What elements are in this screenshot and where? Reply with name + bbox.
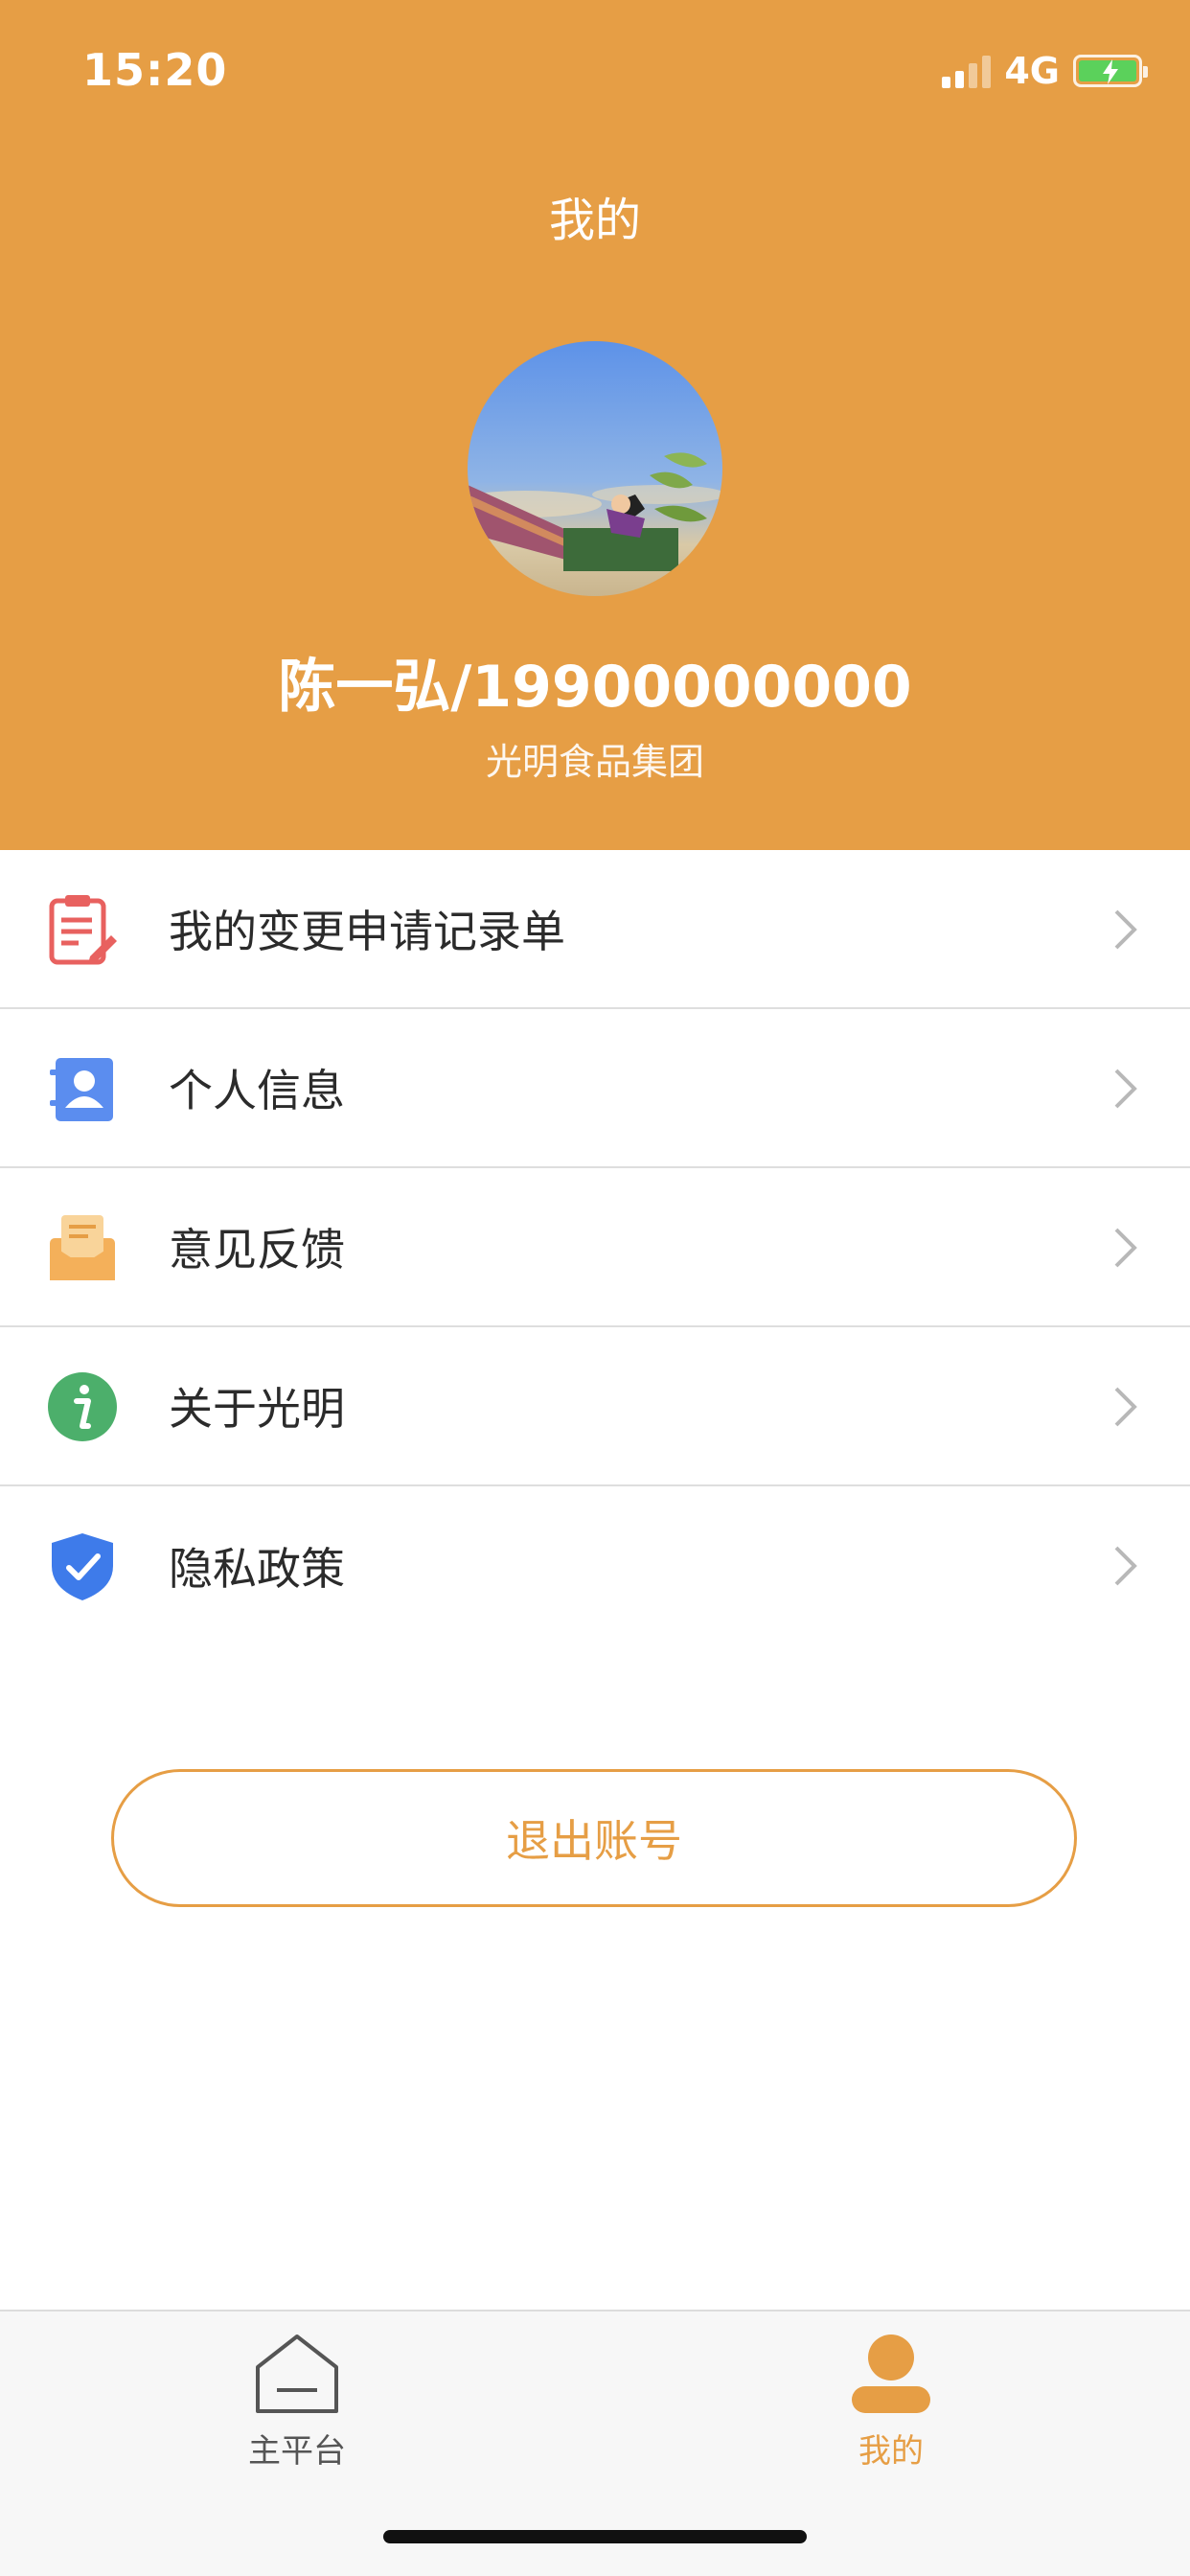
settings-menu: 我的变更申请记录单 个人信息 意见反馈 关于光明 隐私政策 <box>0 850 1190 1645</box>
home-icon <box>256 2334 338 2413</box>
tab-label: 我的 <box>858 2432 924 2471</box>
menu-item-about[interactable]: 关于光明 <box>0 1327 1190 1486</box>
company-name: 光明食品集团 <box>485 741 704 783</box>
avatar[interactable] <box>468 341 722 596</box>
feedback-mail-icon <box>50 1215 115 1280</box>
menu-label: 隐私政策 <box>169 1543 345 1595</box>
profile-header: 15:20 4G 我的 陈一弘/19900000000 光明食品集团 <box>0 0 1190 850</box>
home-indicator <box>383 2530 807 2543</box>
user-icon <box>852 2334 930 2413</box>
menu-label: 个人信息 <box>169 1065 345 1116</box>
menu-label: 关于光明 <box>169 1383 345 1435</box>
info-icon <box>48 1372 117 1441</box>
tab-main-platform[interactable]: 主平台 <box>192 2333 402 2472</box>
shield-check-icon <box>52 1533 113 1600</box>
chevron-right-icon <box>1114 1228 1137 1268</box>
chevron-right-icon <box>1114 909 1137 950</box>
chevron-right-icon <box>1114 1069 1137 1109</box>
user-name-phone: 陈一弘/19900000000 <box>278 654 912 721</box>
clipboard-edit-icon <box>49 895 117 965</box>
contact-card-icon <box>50 1058 113 1121</box>
status-time: 15:20 <box>82 44 228 96</box>
logout-button[interactable]: 退出账号 <box>111 1769 1077 1907</box>
network-type: 4G <box>1004 50 1060 92</box>
signal-icon <box>942 54 992 88</box>
page-title: 我的 <box>548 194 641 247</box>
menu-item-change-requests[interactable]: 我的变更申请记录单 <box>0 850 1190 1009</box>
menu-item-privacy[interactable]: 隐私政策 <box>0 1486 1190 1645</box>
menu-label: 我的变更申请记录单 <box>169 906 565 957</box>
menu-item-feedback[interactable]: 意见反馈 <box>0 1168 1190 1327</box>
tab-label: 主平台 <box>248 2432 346 2471</box>
menu-label: 意见反馈 <box>169 1224 345 1276</box>
status-icons: 4G <box>942 50 1148 92</box>
menu-item-personal-info[interactable]: 个人信息 <box>0 1009 1190 1168</box>
tab-mine[interactable]: 我的 <box>786 2333 996 2472</box>
chevron-right-icon <box>1114 1546 1137 1586</box>
chevron-right-icon <box>1114 1387 1137 1427</box>
battery-icon <box>1073 55 1148 87</box>
